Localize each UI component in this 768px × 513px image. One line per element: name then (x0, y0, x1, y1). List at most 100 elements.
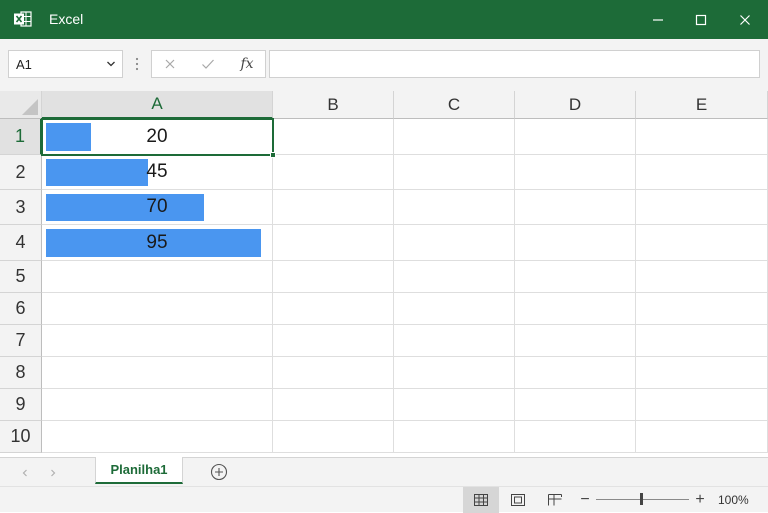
cell-d9[interactable] (515, 389, 636, 421)
cell-b1[interactable] (273, 119, 394, 155)
column-header-b[interactable]: B (273, 91, 394, 119)
cell-e8[interactable] (636, 357, 768, 389)
cell-d5[interactable] (515, 261, 636, 293)
cancel-button[interactable] (152, 51, 188, 77)
cell-c8[interactable] (394, 357, 515, 389)
cell-e7[interactable] (636, 325, 768, 357)
chevron-down-icon[interactable] (106, 59, 116, 69)
cell-d2[interactable] (515, 155, 636, 190)
minimize-button[interactable] (635, 0, 681, 39)
cell-d3[interactable] (515, 190, 636, 225)
cell-b10[interactable] (273, 421, 394, 453)
cell-b8[interactable] (273, 357, 394, 389)
name-box[interactable]: A1 (8, 50, 123, 78)
close-icon (165, 59, 175, 69)
maximize-button[interactable] (678, 0, 724, 39)
cell-e9[interactable] (636, 389, 768, 421)
scroll-tabs-left-button[interactable] (18, 466, 32, 480)
cell-d7[interactable] (515, 325, 636, 357)
minimize-icon (653, 18, 663, 21)
cell-b4[interactable] (273, 225, 394, 261)
cell-a8[interactable] (42, 357, 273, 389)
scroll-tabs-right-button[interactable] (46, 466, 60, 480)
cell-c2[interactable] (394, 155, 515, 190)
title-bar: Excel (0, 0, 768, 39)
column-header-a[interactable]: A (42, 91, 273, 119)
cell-c6[interactable] (394, 293, 515, 325)
cell-a9[interactable] (42, 389, 273, 421)
page-layout-button[interactable] (500, 487, 536, 513)
zoom-level[interactable]: 100% (718, 493, 749, 507)
cell-a5[interactable] (42, 261, 273, 293)
cell-b5[interactable] (273, 261, 394, 293)
row-header-6[interactable]: 6 (0, 293, 42, 325)
cell-e2[interactable] (636, 155, 768, 190)
row-header-3[interactable]: 3 (0, 190, 42, 225)
chevron-right-icon (51, 469, 56, 477)
cell-e3[interactable] (636, 190, 768, 225)
cell-e5[interactable] (636, 261, 768, 293)
cell-b2[interactable] (273, 155, 394, 190)
cell-a4[interactable]: 95 (42, 225, 273, 261)
add-sheet-icon[interactable] (210, 463, 228, 481)
cell-d1[interactable] (515, 119, 636, 155)
select-all-button[interactable] (0, 91, 42, 119)
row-header-10[interactable]: 10 (0, 421, 42, 453)
formula-bar-row: A1 fx (0, 39, 768, 91)
spreadsheet-grid: A B C D E 1 2 3 4 5 6 7 8 9 10 20 45 70 95 (0, 91, 768, 457)
cell-c3[interactable] (394, 190, 515, 225)
cell-b6[interactable] (273, 293, 394, 325)
zoom-slider-thumb[interactable] (640, 493, 643, 505)
cell-d10[interactable] (515, 421, 636, 453)
sheet-tab-planilha1[interactable]: Planilha1 (95, 457, 183, 484)
cell-d8[interactable] (515, 357, 636, 389)
formula-buttons: fx (151, 50, 266, 78)
row-header-8[interactable]: 8 (0, 357, 42, 389)
cell-a6[interactable] (42, 293, 273, 325)
row-header-2[interactable]: 2 (0, 155, 42, 190)
page-layout-icon (511, 494, 525, 506)
zoom-in-button[interactable]: + (692, 490, 708, 510)
insert-function-button[interactable]: fx (229, 51, 265, 77)
cell-a3[interactable]: 70 (42, 190, 273, 225)
cell-value: 95 (146, 231, 168, 253)
normal-view-icon (474, 494, 488, 506)
cell-a1[interactable]: 20 (42, 119, 273, 155)
column-header-c[interactable]: C (394, 91, 515, 119)
cell-e6[interactable] (636, 293, 768, 325)
cell-a10[interactable] (42, 421, 273, 453)
row-header-4[interactable]: 4 (0, 225, 42, 261)
row-header-7[interactable]: 7 (0, 325, 42, 357)
cell-c7[interactable] (394, 325, 515, 357)
cell-b7[interactable] (273, 325, 394, 357)
cell-e1[interactable] (636, 119, 768, 155)
cell-a7[interactable] (42, 325, 273, 357)
name-box-value: A1 (16, 57, 32, 72)
cell-c9[interactable] (394, 389, 515, 421)
check-icon (202, 59, 214, 69)
cell-d4[interactable] (515, 225, 636, 261)
cell-c10[interactable] (394, 421, 515, 453)
row-header-9[interactable]: 9 (0, 389, 42, 421)
cell-b9[interactable] (273, 389, 394, 421)
page-break-preview-button[interactable] (537, 487, 573, 513)
close-button[interactable] (722, 0, 768, 39)
more-options-icon (135, 57, 139, 71)
column-header-e[interactable]: E (636, 91, 768, 119)
close-icon (740, 14, 750, 25)
row-header-5[interactable]: 5 (0, 261, 42, 293)
zoom-out-button[interactable]: − (578, 490, 592, 510)
enter-button[interactable] (190, 51, 226, 77)
column-header-d[interactable]: D (515, 91, 636, 119)
cell-c1[interactable] (394, 119, 515, 155)
cell-e4[interactable] (636, 225, 768, 261)
normal-view-button[interactable] (463, 487, 499, 513)
cell-c4[interactable] (394, 225, 515, 261)
formula-input[interactable] (269, 50, 760, 78)
cell-c5[interactable] (394, 261, 515, 293)
cell-e10[interactable] (636, 421, 768, 453)
cell-b3[interactable] (273, 190, 394, 225)
cell-d6[interactable] (515, 293, 636, 325)
cell-a2[interactable]: 45 (42, 155, 273, 190)
row-header-1[interactable]: 1 (0, 119, 42, 155)
